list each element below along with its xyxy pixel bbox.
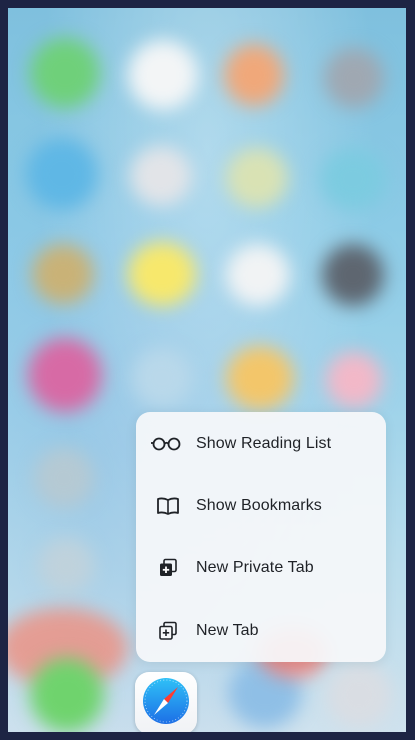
blurred-app-icon [34, 448, 94, 508]
blurred-app-icon [132, 348, 192, 408]
blurred-app-icon [32, 244, 94, 304]
safari-app-icon[interactable] [135, 672, 197, 732]
blurred-app-icon [28, 338, 102, 412]
blurred-app-icon [226, 346, 294, 410]
blurred-app-icon [226, 244, 290, 306]
menu-item-label: New Private Tab [196, 559, 314, 576]
safari-compass-icon [140, 675, 192, 732]
blurred-app-icon [26, 138, 98, 210]
blurred-app-icon [322, 244, 384, 306]
blurred-app-icon [128, 242, 196, 306]
menu-item-new-tab[interactable]: New Tab [136, 600, 386, 662]
blurred-dock-icon [326, 662, 392, 728]
new-tab-icon [148, 619, 188, 643]
blurred-app-icon [326, 352, 382, 408]
blurred-app-icon [320, 148, 386, 210]
blurred-app-icon [128, 40, 198, 110]
blurred-app-icon [224, 44, 284, 106]
home-screen: Show Reading List Show Bookmarks New Pri… [8, 8, 406, 732]
blurred-app-icon [324, 48, 384, 108]
quick-actions-menu: Show Reading List Show Bookmarks New Pri… [136, 412, 386, 662]
menu-item-show-bookmarks[interactable]: Show Bookmarks [136, 475, 386, 537]
blurred-app-icon [130, 146, 192, 206]
blurred-app-icon [226, 148, 288, 208]
device-frame: Show Reading List Show Bookmarks New Pri… [0, 0, 415, 740]
blurred-dock-icon [30, 658, 104, 732]
menu-item-label: Show Bookmarks [196, 497, 322, 514]
reading-glasses-icon [148, 432, 188, 456]
blurred-app-icon [30, 38, 100, 108]
menu-item-label: New Tab [196, 622, 259, 639]
blurred-app-icon [38, 538, 94, 594]
private-tab-icon [148, 556, 188, 580]
menu-item-new-private-tab[interactable]: New Private Tab [136, 537, 386, 599]
book-icon [148, 494, 188, 518]
menu-item-show-reading-list[interactable]: Show Reading List [136, 413, 386, 475]
menu-item-label: Show Reading List [196, 435, 332, 452]
